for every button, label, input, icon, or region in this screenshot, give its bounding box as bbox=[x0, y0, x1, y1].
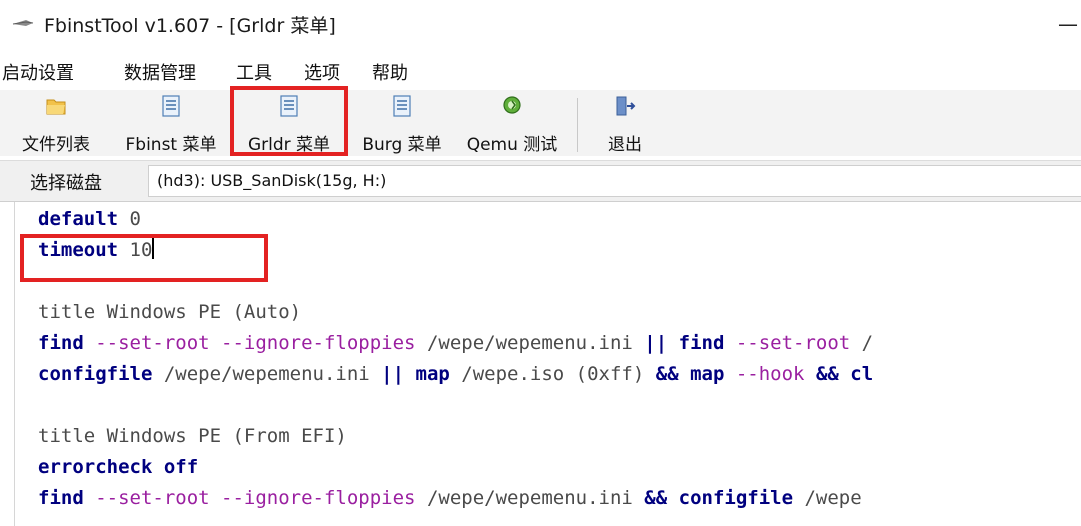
code-keyword: find bbox=[38, 487, 84, 509]
editor-line-title-auto: title Windows PE (Auto) bbox=[38, 298, 301, 326]
menu-bar: 启动设置 数据管理 工具 选项 帮助 bbox=[0, 55, 1081, 87]
menu-help[interactable]: 帮助 bbox=[372, 59, 408, 85]
select-disk-label: 选择磁盘 bbox=[30, 173, 102, 194]
disk-select[interactable]: (hd3): USB_SanDisk(15g, H:) bbox=[148, 165, 1081, 197]
editor-line-title-efi: title Windows PE (From EFI) bbox=[38, 422, 347, 450]
document-icon bbox=[162, 95, 180, 117]
editor-line-errorcheck: errorcheck off bbox=[38, 453, 198, 481]
code-keyword: map bbox=[690, 363, 725, 385]
code-option: --set-root --ignore-floppies bbox=[83, 332, 416, 354]
code-operator: && bbox=[655, 363, 679, 385]
document-icon bbox=[393, 95, 411, 117]
code-text: /wepe bbox=[793, 487, 862, 509]
code-text: /wepe.iso (0xff) bbox=[449, 363, 656, 385]
code-operator: && bbox=[815, 363, 839, 385]
title-bar: FbinstTool v1.607 - [Grldr 菜单] — bbox=[0, 0, 1081, 50]
fbinst-menu-button[interactable]: Fbinst 菜单 bbox=[114, 92, 228, 155]
editor-line-configfile: configfile /wepe/wepemenu.ini || map /we… bbox=[38, 360, 873, 388]
code-text: 0 bbox=[118, 208, 141, 230]
exit-label: 退出 bbox=[608, 135, 642, 155]
editor-line-default: default 0 bbox=[38, 205, 141, 233]
burg-menu-button[interactable]: Burg 菜单 bbox=[350, 92, 454, 155]
menu-tools[interactable]: 工具 bbox=[236, 59, 272, 85]
code-option: --set-root --ignore-floppies bbox=[83, 487, 416, 509]
editor-line-find-1: find --set-root --ignore-floppies /wepe/… bbox=[38, 329, 873, 357]
code-text: / bbox=[850, 332, 874, 354]
exit-button[interactable]: 退出 bbox=[584, 92, 666, 155]
highlight-box-timeout bbox=[20, 234, 268, 282]
highlight-box-grldr-menu bbox=[230, 86, 348, 156]
app-icon bbox=[12, 20, 34, 26]
code-keyword: default bbox=[38, 208, 119, 230]
file-list-button[interactable]: 文件列表 bbox=[0, 92, 112, 155]
code-keyword: off bbox=[152, 456, 199, 478]
exit-door-icon bbox=[616, 96, 636, 116]
fbinst-menu-label: Fbinst 菜单 bbox=[125, 135, 217, 155]
menu-boot-settings[interactable]: 启动设置 bbox=[2, 59, 74, 85]
qemu-test-label: Qemu 测试 bbox=[466, 135, 558, 155]
toolbar: 文件列表 Fbinst 菜单 Grldr 菜单 Burg 菜单 Qemu 测试 … bbox=[0, 90, 1081, 156]
code-keyword: cl bbox=[850, 363, 874, 385]
file-list-label: 文件列表 bbox=[22, 135, 90, 155]
minimize-button[interactable]: — bbox=[1055, 14, 1081, 34]
code-keyword: find bbox=[678, 332, 725, 354]
code-text: /wepe/wepemenu.ini bbox=[415, 487, 645, 509]
disk-bar: 选择磁盘 (hd3): USB_SanDisk(15g, H:) bbox=[0, 160, 1081, 202]
editor-line-find-2: find --set-root --ignore-floppies /wepe/… bbox=[38, 484, 862, 512]
code-option: --hook bbox=[724, 363, 805, 385]
menu-options[interactable]: 选项 bbox=[304, 59, 340, 85]
code-text: /wepe/wepemenu.ini bbox=[415, 332, 645, 354]
code-option: --set-root bbox=[724, 332, 851, 354]
window-title: FbinstTool v1.607 - [Grldr 菜单] bbox=[44, 15, 336, 37]
code-keyword: find bbox=[38, 332, 84, 354]
code-text: title Windows PE (Auto) bbox=[38, 301, 302, 323]
code-operator: && bbox=[644, 487, 668, 509]
code-keyword: configfile bbox=[678, 487, 794, 509]
code-text: title Windows PE (From EFI) bbox=[38, 425, 347, 447]
code-keyword: map bbox=[415, 363, 450, 385]
toolbar-separator bbox=[577, 98, 578, 152]
code-text: /wepe/wepemenu.ini bbox=[152, 363, 382, 385]
qemu-test-button[interactable]: Qemu 测试 bbox=[456, 92, 568, 155]
qemu-icon bbox=[503, 96, 521, 114]
code-keyword: errorcheck bbox=[38, 456, 153, 478]
code-keyword: configfile bbox=[38, 363, 153, 385]
burg-menu-label: Burg 菜单 bbox=[362, 135, 442, 155]
code-operator: || bbox=[381, 363, 405, 385]
disk-select-value: (hd3): USB_SanDisk(15g, H:) bbox=[157, 171, 387, 190]
menu-data-management[interactable]: 数据管理 bbox=[124, 59, 196, 85]
code-operator: || bbox=[644, 332, 668, 354]
folder-icon bbox=[46, 99, 66, 115]
